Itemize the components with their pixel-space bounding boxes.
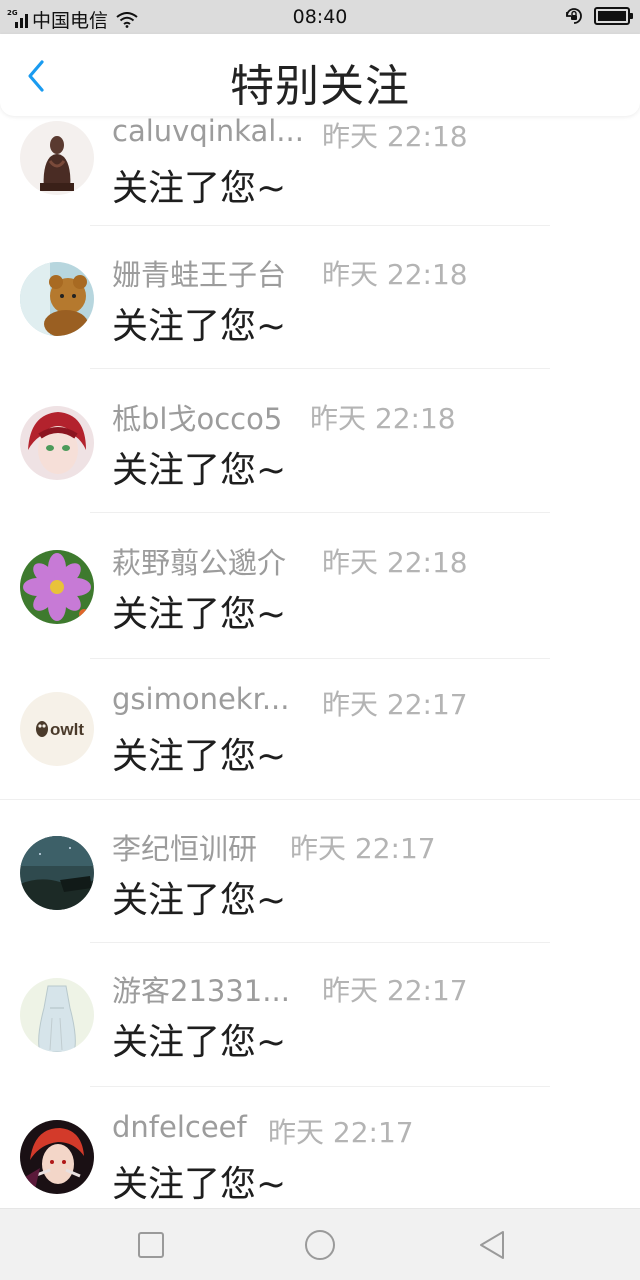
rotation-lock-icon xyxy=(566,8,582,24)
message-text: 关注了您~ xyxy=(112,450,287,491)
back-icon xyxy=(480,1231,504,1259)
username[interactable]: 萩野翦公邈介 xyxy=(112,540,286,582)
page-title: 特别关注 xyxy=(230,61,410,112)
avatar[interactable] xyxy=(20,121,94,195)
follow-notification-list[interactable]: caluvqinkal... 昨天 22:18 关注了您~ 姗青蛙王子台 昨天 … xyxy=(0,116,640,1208)
list-item[interactable]: dnfelceef 昨天 22:17 关注了您~ xyxy=(0,1092,640,1208)
anime-avatar-icon xyxy=(20,1120,94,1194)
message-text: 关注了您~ xyxy=(112,168,287,209)
username[interactable]: gsimonekr... xyxy=(112,682,290,716)
status-bar: 2G 中国电信 08:40 xyxy=(0,0,640,34)
username[interactable]: 姗青蛙王子台 xyxy=(112,252,286,294)
timestamp: 昨天 22:17 xyxy=(322,688,468,721)
message-text: 关注了您~ xyxy=(112,306,287,347)
list-item[interactable]: 游客21331... 昨天 22:17 关注了您~ xyxy=(0,948,640,1088)
timestamp: 昨天 22:18 xyxy=(322,120,468,153)
avatar[interactable] xyxy=(20,1120,94,1194)
owlt-logo-icon: owlt xyxy=(20,692,94,766)
sketch-avatar-icon xyxy=(20,978,94,1052)
avatar[interactable] xyxy=(20,406,94,480)
divider xyxy=(90,512,550,513)
list-item[interactable]: 柢bl戈occo5 昨天 22:18 关注了您~ xyxy=(0,376,640,516)
message-text: 关注了您~ xyxy=(112,736,287,777)
divider xyxy=(90,658,550,659)
landscape-avatar-icon xyxy=(20,836,94,910)
timestamp: 昨天 22:17 xyxy=(290,832,436,865)
timestamp: 昨天 22:18 xyxy=(322,258,468,291)
message-text: 关注了您~ xyxy=(112,880,287,921)
username[interactable]: 李纪恒训研 xyxy=(112,826,257,868)
list-item[interactable]: owlt gsimonekr... 昨天 22:17 关注了您~ xyxy=(0,662,640,802)
recent-apps-icon xyxy=(138,1232,164,1258)
teddy-bear-avatar-icon xyxy=(20,262,94,336)
avatar[interactable] xyxy=(20,978,94,1052)
system-navigation-bar xyxy=(0,1208,640,1280)
status-time: 08:40 xyxy=(292,6,348,28)
message-text: 关注了您~ xyxy=(112,594,287,635)
avatar[interactable] xyxy=(20,262,94,336)
timestamp: 昨天 22:17 xyxy=(322,974,468,1007)
list-item[interactable]: 萩野翦公邈介 昨天 22:18 关注了您~ xyxy=(0,520,640,660)
statue-avatar-icon xyxy=(20,121,94,195)
divider xyxy=(90,1086,550,1087)
username[interactable]: dnfelceef xyxy=(112,1110,247,1144)
timestamp: 昨天 22:18 xyxy=(310,402,456,435)
username[interactable]: 游客21331... xyxy=(112,968,290,1010)
list-item[interactable]: 李纪恒训研 昨天 22:17 关注了您~ xyxy=(0,804,640,944)
divider xyxy=(90,368,550,369)
recent-apps-button[interactable] xyxy=(135,1229,167,1261)
username[interactable]: caluvqinkal... xyxy=(112,116,304,148)
avatar[interactable] xyxy=(20,836,94,910)
owlt-logo-text: owlt xyxy=(50,720,84,739)
list-item[interactable]: caluvqinkal... 昨天 22:18 关注了您~ xyxy=(0,116,640,228)
list-item[interactable]: 姗青蛙王子台 昨天 22:18 关注了您~ xyxy=(0,232,640,372)
flower-avatar-icon xyxy=(20,550,94,624)
home-button[interactable] xyxy=(304,1229,336,1261)
avatar[interactable]: owlt xyxy=(20,692,94,766)
username[interactable]: 柢bl戈occo5 xyxy=(112,396,282,438)
status-right xyxy=(564,6,633,26)
avatar[interactable] xyxy=(20,550,94,624)
divider xyxy=(90,942,550,943)
home-icon xyxy=(305,1230,335,1260)
timestamp: 昨天 22:18 xyxy=(322,546,468,579)
back-nav-button[interactable] xyxy=(476,1229,508,1261)
divider xyxy=(0,799,640,800)
divider xyxy=(90,225,550,226)
anime-avatar-icon xyxy=(20,406,94,480)
message-text: 关注了您~ xyxy=(112,1164,287,1205)
header-bar: 特别关注 xyxy=(0,34,640,116)
battery-icon xyxy=(594,7,633,25)
timestamp: 昨天 22:17 xyxy=(268,1116,414,1149)
message-text: 关注了您~ xyxy=(112,1022,287,1063)
